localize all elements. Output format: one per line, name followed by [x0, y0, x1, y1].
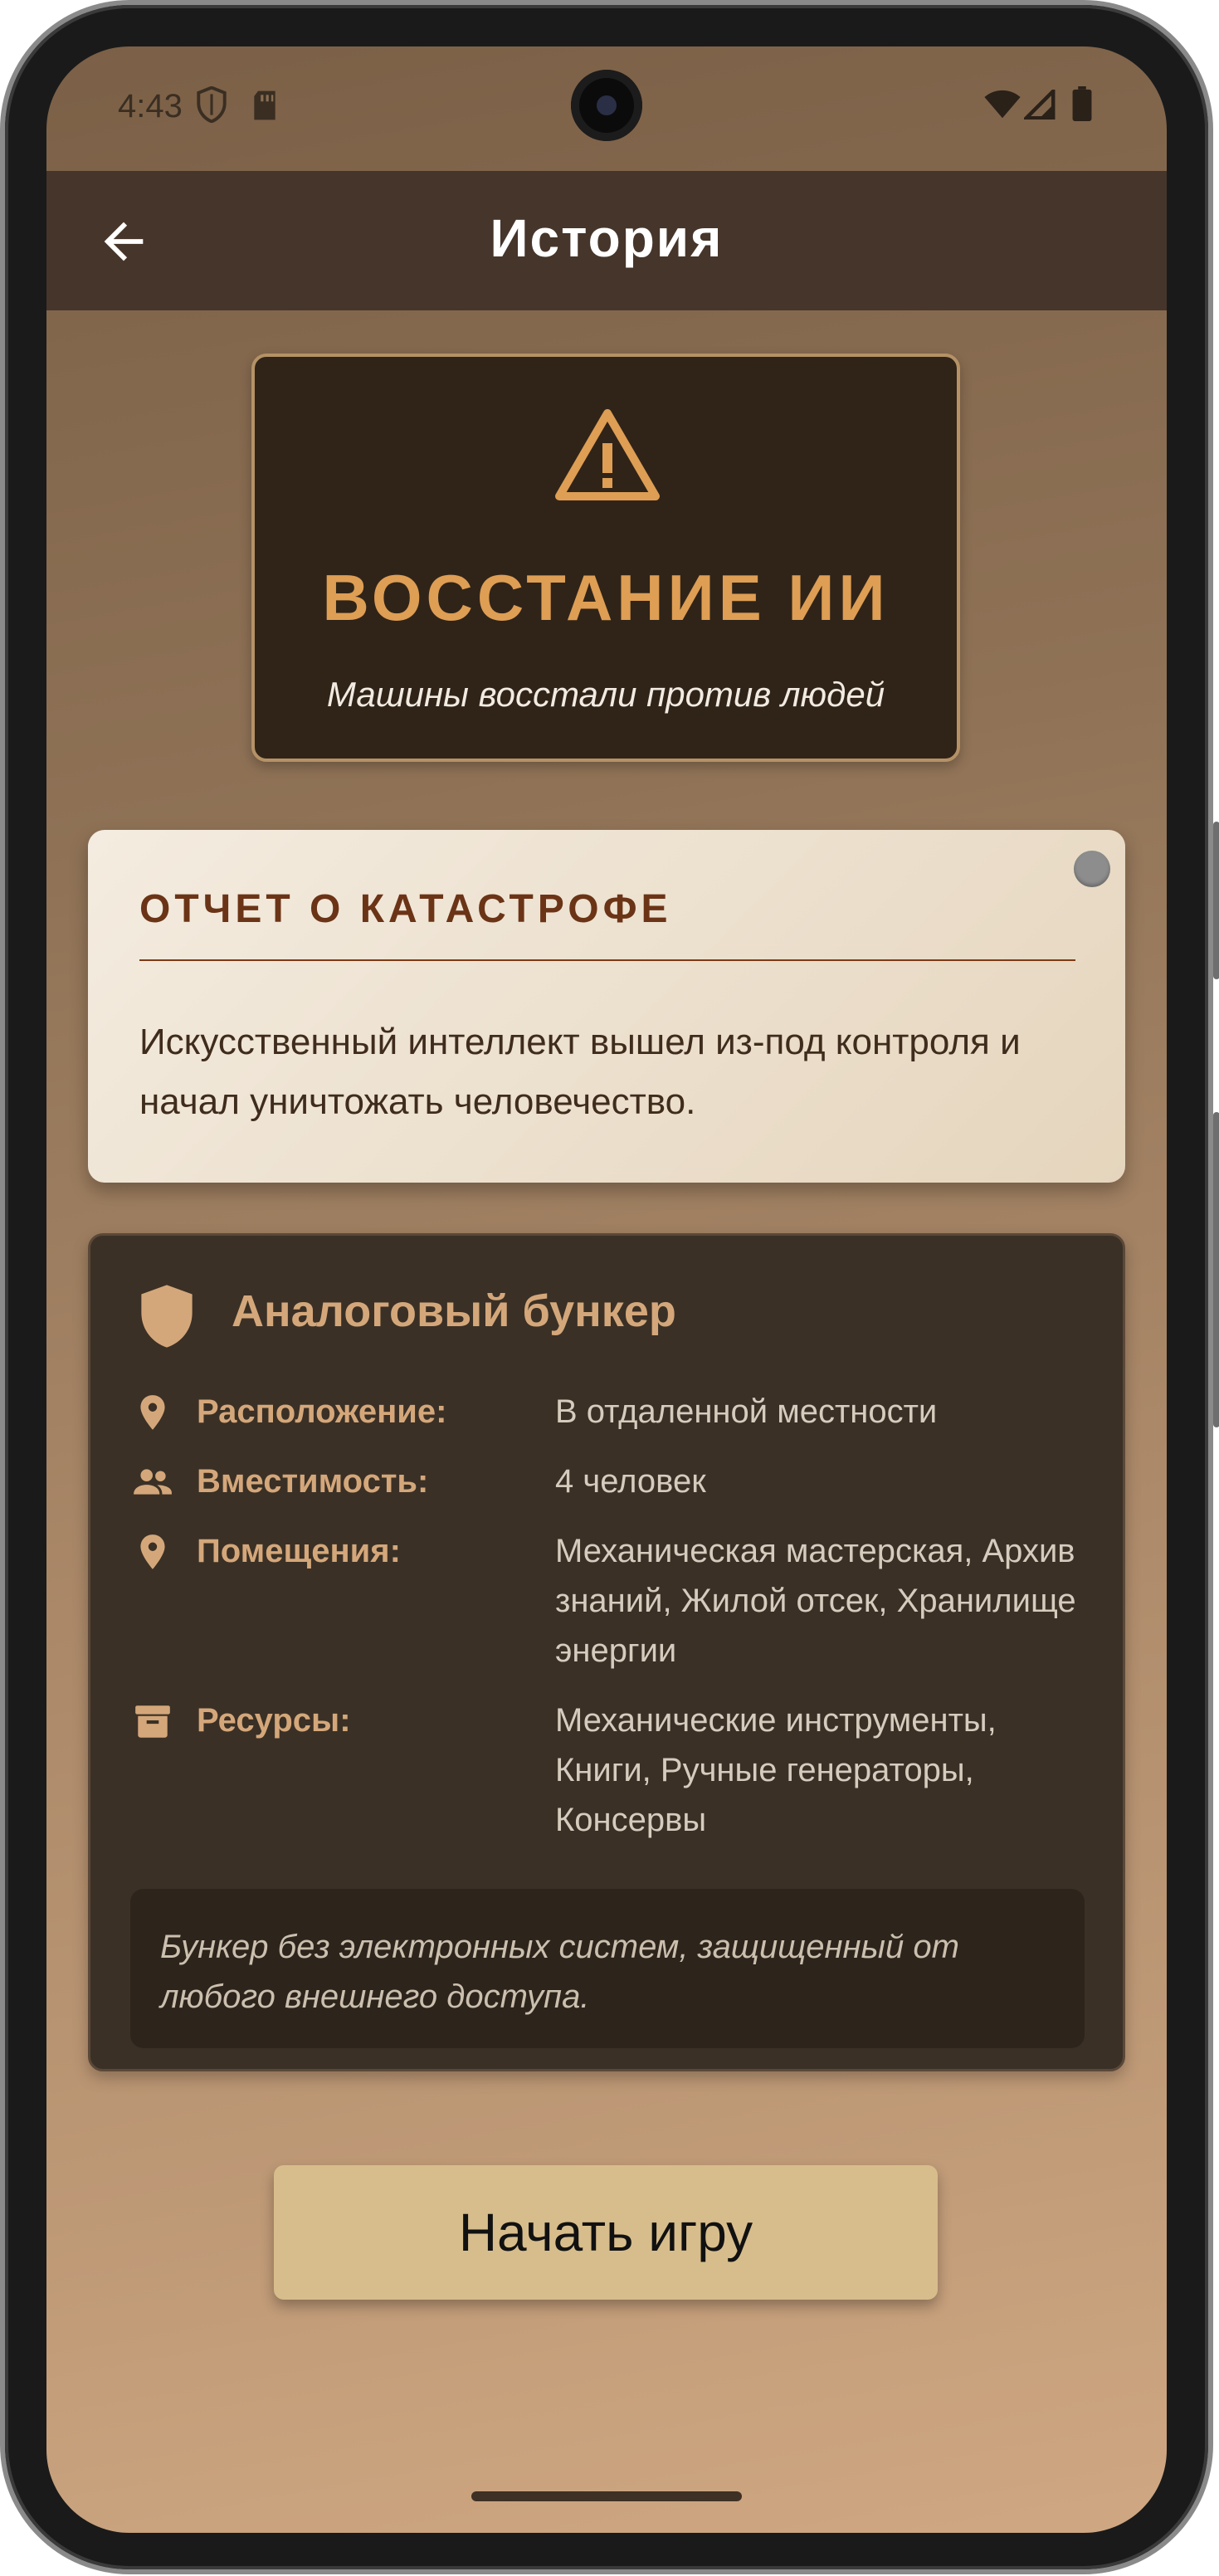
cell-signal-icon: [1022, 86, 1056, 124]
volume-button: [1213, 1112, 1219, 1427]
page-title: История: [490, 208, 724, 268]
warning-triangle-icon: [554, 407, 661, 505]
shield-icon: [138, 1284, 196, 1353]
bunker-row-value: 4 человек: [555, 1463, 706, 1500]
bunker-title: Аналоговый бункер: [232, 1286, 676, 1336]
location-pin-icon: [132, 1392, 173, 1433]
divider: [139, 959, 1075, 961]
bunker-note-text: Бункер без электронных систем, защищенны…: [160, 1929, 959, 2015]
bunker-row-label: Расположение:: [197, 1393, 447, 1430]
status-bar: 4:43: [46, 46, 1167, 171]
front-camera: [571, 70, 642, 141]
bunker-card: Аналоговый бункер Расположение: В отдале…: [88, 1233, 1125, 2071]
home-indicator[interactable]: [471, 2491, 742, 2501]
bunker-row-value: Механические инструменты, Книги, Ручные …: [555, 1702, 997, 1838]
report-body: Искусственный интеллект вышел из-под кон…: [139, 1022, 1021, 1122]
scenario-title: ВОССТАНИЕ ИИ: [322, 561, 890, 634]
bunker-row-label: Ресурсы:: [197, 1702, 351, 1739]
shield-icon: [196, 85, 227, 127]
bunker-row-value: В отдаленной местности: [555, 1393, 938, 1430]
pin-icon: [1074, 851, 1110, 887]
bunker-row-label: Вместимость:: [197, 1463, 429, 1500]
battery-icon: [1072, 86, 1092, 125]
people-icon: [132, 1461, 173, 1503]
screen: 4:43 История ВОССТАНИЕ ИИ Машины восстал…: [46, 46, 1167, 2533]
scenario-subtitle: Машины восстали против людей: [326, 675, 885, 714]
bunker-row-label: Помещения:: [197, 1533, 401, 1569]
wifi-icon: [984, 90, 1021, 124]
archive-box-icon: [132, 1700, 173, 1742]
disaster-report-card: ОТЧЕТ О КАТАСТРОФЕ Искусственный интелле…: [88, 830, 1125, 1183]
power-button: [1213, 822, 1219, 979]
report-title: ОТЧЕТ О КАТАСТРОФЕ: [139, 887, 672, 931]
sd-card-icon: [251, 90, 278, 125]
start-game-button[interactable]: Начать игру: [274, 2165, 938, 2300]
app-bar: История: [46, 171, 1167, 310]
scenario-banner: ВОССТАНИЕ ИИ Машины восстали против люде…: [251, 354, 960, 762]
bunker-row-value: Механическая мастерская, Архив знаний, Ж…: [555, 1533, 1076, 1669]
bunker-note: Бункер без электронных систем, защищенны…: [130, 1889, 1085, 2048]
location-pin-icon: [132, 1531, 173, 1573]
status-time: 4:43: [118, 88, 183, 124]
